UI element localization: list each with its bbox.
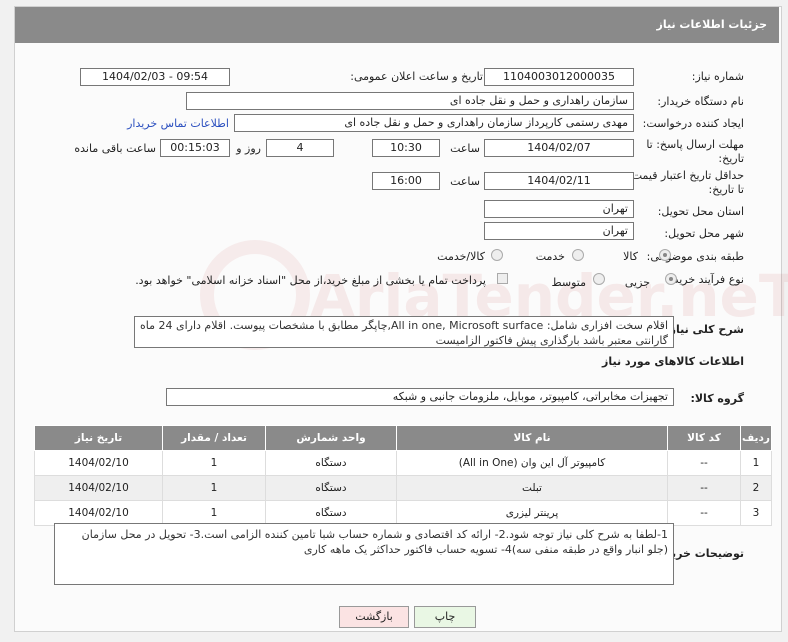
cell-code: -- [667,500,741,526]
panel-header: جزئیات اطلاعات نیاز [15,7,779,43]
validity-date-field: 1404/02/11 [484,172,634,190]
summary-label: شرح کلی نیاز: [665,323,744,336]
category-option-goods-service: کالا/خدمت [437,250,485,263]
process-option-minor: جزیی [624,276,650,289]
province-label: استان محل تحویل: [657,205,744,218]
cell-code: -- [667,475,741,501]
table-row: 1 -- کامپیوتر آل این وان (All in One) دس… [34,450,772,476]
print-button[interactable]: چاپ [414,606,476,628]
category-option-service: خدمت [535,250,565,263]
category-radio-goods-service[interactable] [491,249,503,261]
cell-unit: دستگاه [265,500,397,526]
process-option-medium: متوسط [551,276,586,289]
days-field: 4 [266,139,334,157]
goods-section-title: اطلاعات کالاهای مورد نیاز [602,355,744,368]
table-row: 3 -- پرینتر لیزری دستگاه 1 1404/02/10 [34,500,772,526]
category-radio-service[interactable] [572,249,584,261]
cell-code: -- [667,450,741,476]
goods-group-field: تجهیزات مخابراتی، کامپیوتر، موبایل، ملزو… [166,388,674,406]
city-label: شهر محل تحویل: [664,227,744,240]
cell-date: 1404/02/10 [34,475,163,501]
col-unit: واحد شمارش [265,425,397,451]
need-number-field: 1104003012000035 [484,68,634,86]
deadline-time-label: ساعت [450,142,480,155]
col-date: تاریخ نیاز [34,425,163,451]
announce-field: 1404/02/03 - 09:54 [80,68,230,86]
items-table: ردیف کد کالا نام کالا واحد شمارش تعداد /… [34,425,772,526]
deadline-date-field: 1404/02/07 [484,139,634,157]
buyer-notes-textarea[interactable]: 1-لطفا به شرح کلی نیاز توجه شود.2- ارائه… [54,523,674,585]
page-title: جزئیات اطلاعات نیاز [656,18,768,31]
buyer-org-label: نام دستگاه خریدار: [657,95,744,108]
days-label: روز و [236,142,261,155]
process-radio-minor[interactable] [665,273,677,285]
category-radio-goods[interactable] [659,249,671,261]
buyer-org-field: سازمان راهداری و حمل و نقل جاده ای [186,92,634,110]
cell-date: 1404/02/10 [34,450,163,476]
need-number-label: شماره نیاز: [691,70,744,83]
validity-time-label: ساعت [450,175,480,188]
city-field: تهران [484,222,634,240]
payment-checkbox[interactable] [497,273,508,284]
col-code: کد کالا [667,425,741,451]
validity-label-2: تا تاریخ: [708,183,744,196]
cell-date: 1404/02/10 [34,500,163,526]
col-row: ردیف [740,425,772,451]
cell-qty: 1 [162,500,266,526]
cell-name: پرینتر لیزری [396,500,668,526]
announce-label: تاریخ و ساعت اعلان عمومی: [350,70,483,83]
back-button[interactable]: بازگشت [339,606,409,628]
table-header-row: ردیف کد کالا نام کالا واحد شمارش تعداد /… [34,425,772,451]
deadline-label: مهلت ارسال پاسخ: تا [646,138,744,151]
deadline-time-field: 10:30 [372,139,440,157]
cell-name: تبلت [396,475,668,501]
remaining-time-field: 00:15:03 [160,139,230,157]
validity-label: حداقل تاریخ اعتبار قیمت: [628,169,744,182]
creator-label: ایجاد کننده درخواست: [642,117,744,130]
cell-name: کامپیوتر آل این وان (All in One) [396,450,668,476]
table-row: 2 -- تبلت دستگاه 1 1404/02/10 [34,475,772,501]
contact-info-link[interactable]: اطلاعات تماس خریدار [127,117,229,130]
col-name: نام کالا [396,425,668,451]
deadline-label-2: تاریخ: [718,152,744,165]
cell-qty: 1 [162,475,266,501]
col-qty: تعداد / مقدار [162,425,266,451]
cell-row: 3 [740,500,772,526]
summary-textarea[interactable]: اقلام سخت افزاری شامل: All in one, Micro… [134,316,674,348]
goods-group-label: گروه کالا: [690,392,744,405]
cell-qty: 1 [162,450,266,476]
cell-unit: دستگاه [265,475,397,501]
creator-field: مهدی رستمی کارپرداز سازمان راهداری و حمل… [234,114,634,132]
province-field: تهران [484,200,634,218]
process-label: نوع فرآیند خرید : [666,273,744,286]
validity-time-field: 16:00 [372,172,440,190]
cell-unit: دستگاه [265,450,397,476]
payment-note: پرداخت تمام یا بخشی از مبلغ خرید،از محل … [135,274,486,287]
cell-row: 2 [740,475,772,501]
remaining-label: ساعت باقی مانده [74,142,156,155]
cell-row: 1 [740,450,772,476]
category-option-goods: کالا [623,250,638,263]
process-radio-medium[interactable] [593,273,605,285]
